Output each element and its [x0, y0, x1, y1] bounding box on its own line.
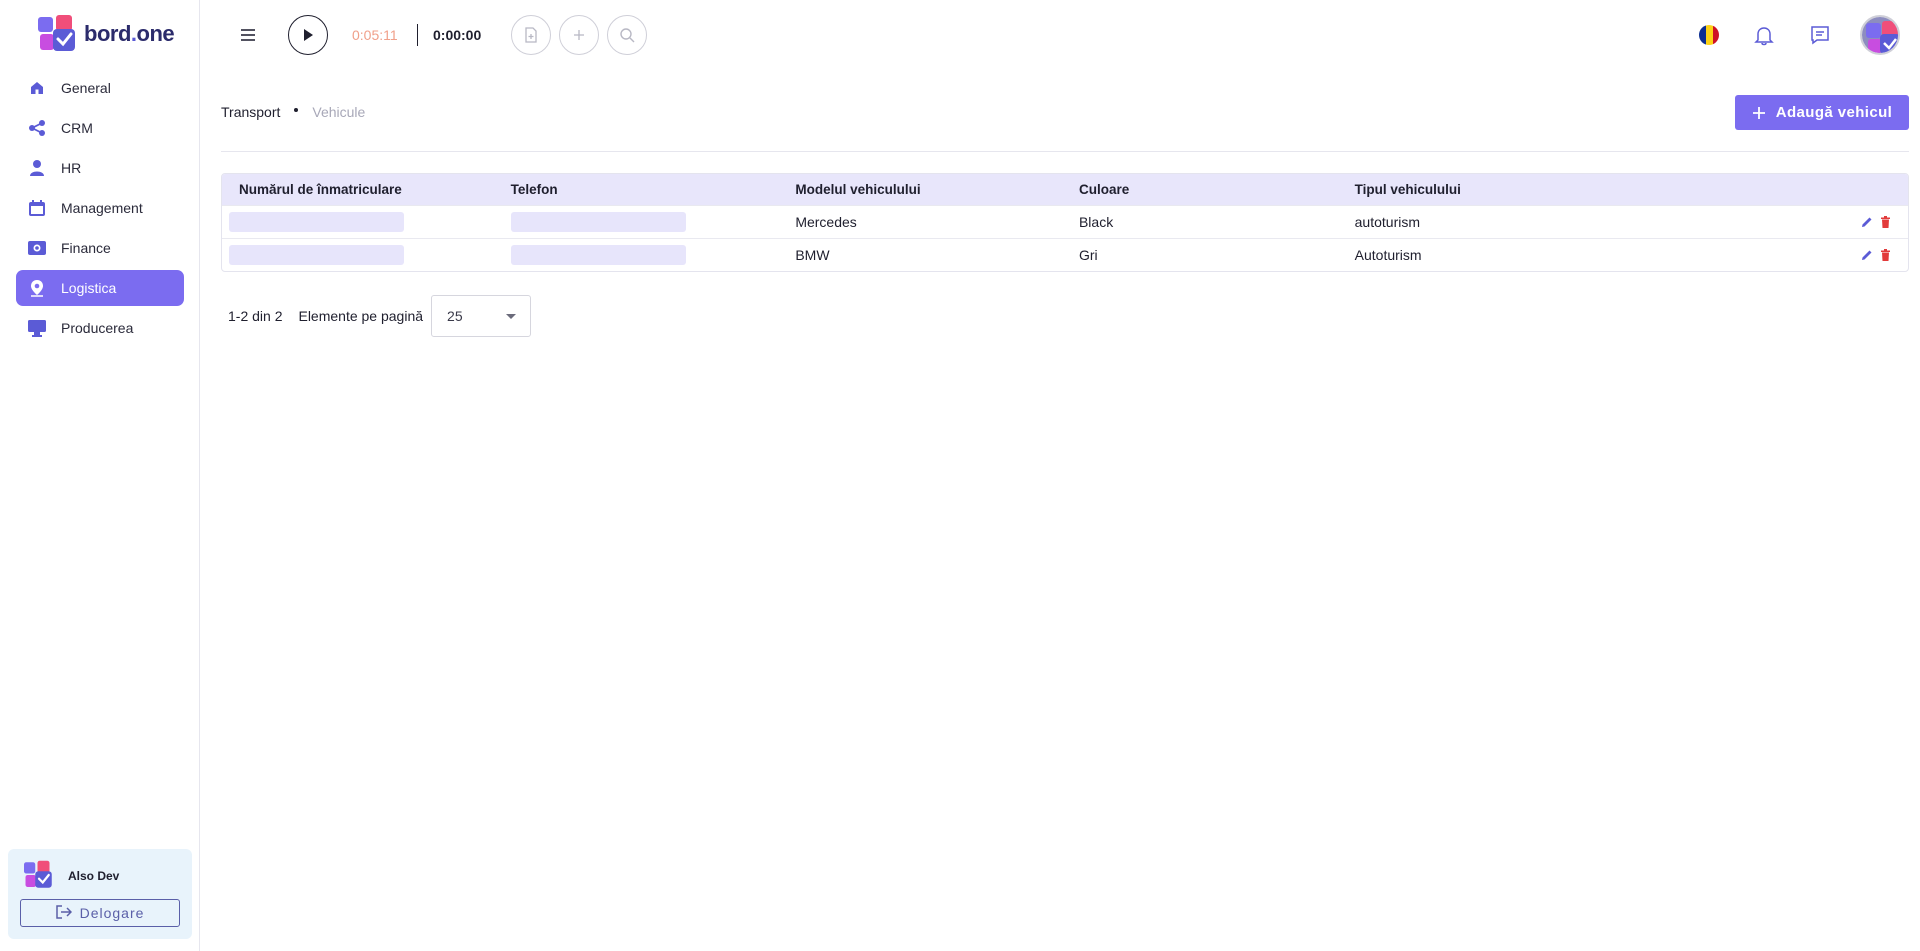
- plus-icon: [574, 30, 584, 40]
- add-button[interactable]: [559, 15, 599, 55]
- breadcrumb-current: Vehicule: [312, 104, 366, 120]
- breadcrumb-separator: [294, 108, 299, 112]
- plate-redacted: [229, 245, 404, 265]
- cell-color: Black: [1078, 214, 1114, 230]
- hamburger-icon: [241, 29, 255, 41]
- user-name: Also Dev: [68, 869, 120, 883]
- sidebar-item-label: General: [61, 80, 111, 96]
- calendar-icon: [28, 199, 46, 217]
- logo-text: bord.one: [84, 21, 175, 46]
- app-logo[interactable]: bord.one: [38, 15, 175, 53]
- share-icon: [28, 119, 46, 137]
- delete-icon[interactable]: [1878, 215, 1892, 229]
- chat-icon: [1811, 26, 1829, 45]
- delete-icon[interactable]: [1878, 248, 1892, 262]
- per-page-label: Elemente pe pagină: [298, 308, 424, 324]
- add-vehicle-button[interactable]: Adaugă vehicul: [1735, 95, 1909, 130]
- logout-icon: [55, 904, 72, 922]
- cell-model: Mercedes: [795, 214, 857, 230]
- sidebar-item-label: Finance: [61, 240, 111, 256]
- sidebar-item-label: Management: [61, 200, 143, 216]
- romania-flag-icon: [1699, 25, 1719, 45]
- add-vehicle-label: Adaugă vehicul: [1775, 104, 1893, 121]
- search-button[interactable]: [607, 15, 647, 55]
- per-page-select[interactable]: 25: [431, 295, 532, 337]
- cell-type: autoturism: [1354, 214, 1420, 230]
- task-timer: 0:00:00: [433, 27, 482, 43]
- column-header-color[interactable]: Culoare: [1079, 182, 1355, 197]
- logout-label: Delogare: [79, 905, 145, 921]
- phone-redacted: [510, 212, 686, 232]
- column-header-model[interactable]: Modelul vehiculului: [795, 182, 1079, 197]
- plate-redacted: [229, 212, 404, 232]
- topbar: 0:05:11 0:00:00: [200, 0, 1920, 70]
- plus-icon: [1752, 106, 1765, 119]
- column-header-phone[interactable]: Telefon: [511, 182, 796, 197]
- table-row[interactable]: Mercedes Black autoturism: [222, 205, 1908, 238]
- timer-divider: [417, 24, 418, 46]
- logo-mark-icon: [38, 15, 78, 53]
- document-add-button[interactable]: [511, 15, 551, 55]
- cell-type: Autoturism: [1354, 247, 1422, 263]
- person-icon: [28, 159, 46, 177]
- money-icon: [28, 239, 46, 257]
- sidebar-item-producerea[interactable]: Producerea: [16, 310, 184, 346]
- pagination-range: 1-2 din 2: [228, 308, 283, 324]
- sidebar-item-finance[interactable]: Finance: [16, 230, 184, 266]
- sidebar-item-hr[interactable]: HR: [16, 150, 184, 186]
- header-divider: [221, 151, 1909, 152]
- edit-icon[interactable]: [1860, 248, 1874, 262]
- messages-button[interactable]: [1807, 22, 1833, 48]
- menu-toggle-button[interactable]: [236, 23, 260, 47]
- table-header: Numărul de înmatriculare Telefon Modelul…: [222, 174, 1908, 205]
- avatar-icon: [1862, 17, 1898, 53]
- home-icon: [28, 79, 46, 97]
- search-icon: [620, 28, 635, 43]
- sidebar-item-management[interactable]: Management: [16, 190, 184, 226]
- cell-model: BMW: [795, 247, 830, 263]
- pagination: 1-2 din 2 Elemente pe pagină 25: [228, 295, 532, 337]
- monitor-icon: [28, 319, 46, 337]
- breadcrumb-transport[interactable]: Transport: [221, 104, 280, 120]
- edit-icon[interactable]: [1860, 215, 1874, 229]
- column-header-type[interactable]: Tipul vehiculului: [1355, 182, 1775, 197]
- sidebar-item-crm[interactable]: CRM: [16, 110, 184, 146]
- location-icon: [28, 279, 46, 297]
- per-page-value: 25: [447, 308, 463, 324]
- sidebar-item-label: CRM: [61, 120, 93, 136]
- notifications-button[interactable]: [1751, 22, 1777, 48]
- vehicles-table: Numărul de înmatriculare Telefon Modelul…: [221, 173, 1909, 272]
- table-row[interactable]: BMW Gri Autoturism: [222, 238, 1908, 271]
- bell-icon: [1754, 27, 1774, 46]
- user-avatar[interactable]: [1860, 15, 1900, 55]
- sidebar-item-general[interactable]: General: [16, 70, 184, 106]
- document-add-icon: [525, 27, 537, 43]
- breadcrumb: Transport Vehicule: [221, 104, 365, 120]
- language-selector[interactable]: [1696, 22, 1722, 48]
- sidebar: bord.one General CRM HR Management Finan…: [0, 0, 200, 951]
- sidebar-item-label: HR: [61, 160, 82, 176]
- sidebar-nav: General CRM HR Management Finance Logist…: [16, 70, 184, 350]
- play-icon: [304, 29, 313, 41]
- sidebar-item-logistica[interactable]: Logistica: [16, 270, 184, 306]
- chevron-down-icon: [506, 313, 517, 319]
- sidebar-item-label: Logistica: [61, 280, 117, 296]
- column-header-plate[interactable]: Numărul de înmatriculare: [222, 182, 511, 197]
- phone-redacted: [510, 245, 686, 265]
- play-timer-button[interactable]: [288, 15, 328, 55]
- logout-button[interactable]: Delogare: [20, 899, 180, 927]
- user-logo-icon: [24, 860, 54, 890]
- sidebar-item-label: Producerea: [61, 320, 134, 336]
- cell-color: Gri: [1078, 247, 1098, 263]
- user-card: Also Dev Delogare: [8, 849, 192, 939]
- session-timer: 0:05:11: [352, 27, 398, 43]
